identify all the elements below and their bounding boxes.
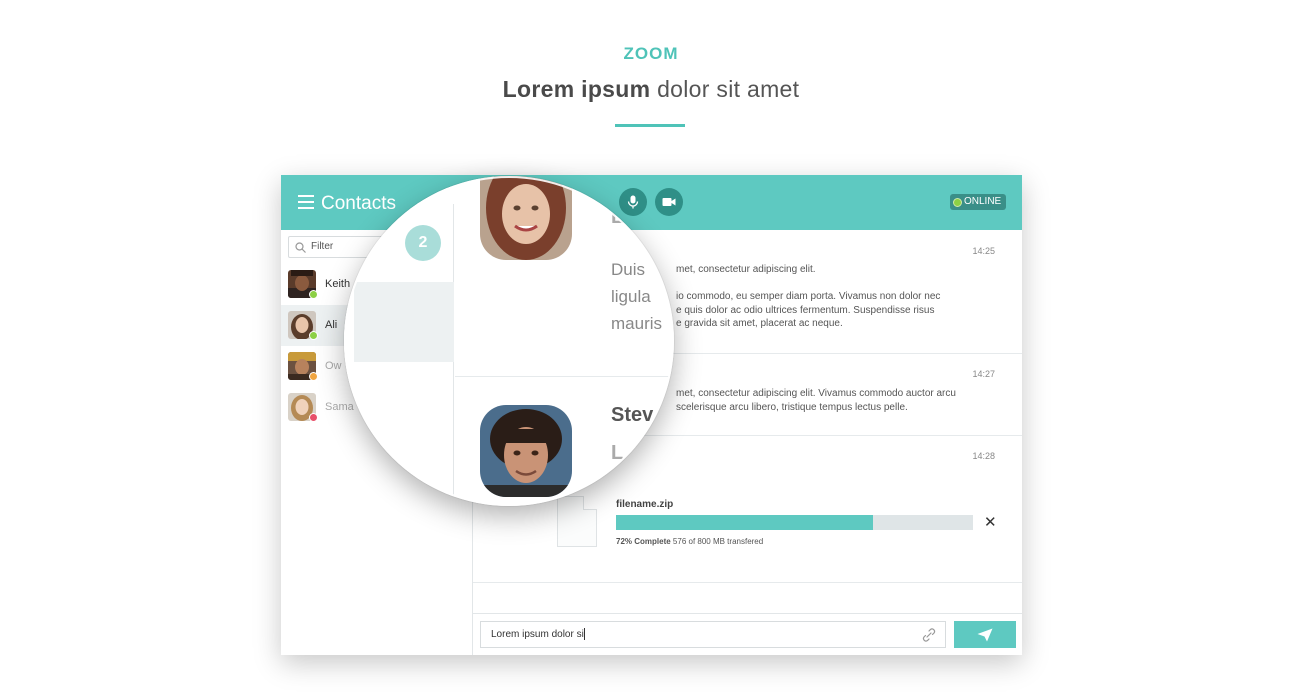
text-caret: [583, 628, 585, 641]
progress-fill: [616, 515, 874, 530]
file-icon: [557, 496, 597, 547]
zoomed-line: Duis: [611, 260, 646, 279]
zoomed-subheading-fragment: L: [611, 442, 624, 464]
message-time: 14:28: [972, 451, 995, 461]
headline-bold: Lorem ipsum: [502, 76, 651, 102]
message-time: 14:27: [972, 369, 995, 379]
zoomed-text: Duis ligula mauris: [611, 256, 662, 337]
menu-icon[interactable]: [298, 195, 314, 210]
transfer-status: 72% Complete 576 of 800 MB transfered: [616, 537, 763, 546]
message-line: e gravida sit amet, placerat ac neque.: [676, 318, 843, 329]
zoomed-line: ligula: [611, 287, 651, 306]
section-eyebrow: ZOOM: [623, 44, 679, 63]
zoomed-active-row: [354, 282, 454, 362]
section-headline: Lorem ipsum dolor sit amet: [0, 76, 1302, 103]
presence-dot: [309, 290, 318, 299]
zoomed-heading-fragment: L: [611, 206, 624, 228]
send-icon: [977, 628, 993, 642]
message-input[interactable]: Lorem ipsum dolor si: [480, 621, 946, 648]
message-input-value: Lorem ipsum dolor si: [491, 629, 584, 640]
message-line: met, consectetur adipiscing elit. Vivamu…: [676, 388, 956, 399]
message-line: e quis dolor ac odio ultrices fermentum.…: [676, 304, 935, 316]
message-line: scelerisque arcu libero, tristique tempu…: [676, 401, 908, 413]
message-composer: Lorem ipsum dolor si: [473, 613, 1022, 655]
transfer-progress-bar: [616, 515, 973, 530]
filter-placeholder: Filter: [311, 241, 334, 252]
video-call-button[interactable]: [655, 188, 683, 216]
complete-label: 72% Complete: [616, 537, 671, 546]
status-dot-icon: [953, 197, 962, 207]
zoomed-line: mauris: [611, 314, 663, 333]
video-camera-icon: [662, 198, 676, 206]
message-line: [676, 277, 940, 291]
message-body: met, consectetur adipiscing elit. io com…: [676, 263, 940, 331]
message-time: 14:25: [972, 246, 995, 256]
status-label: ONLINE: [964, 196, 1002, 207]
headline-rest: dolor sit amet: [657, 76, 800, 102]
send-button[interactable]: [954, 621, 1016, 648]
zoomed-contact-name: Stev: [611, 404, 654, 426]
contact-name: Ow: [325, 360, 342, 372]
zoomed-divider: [455, 376, 674, 377]
zoomed-header-strip: [344, 176, 454, 204]
presence-dot: [309, 413, 318, 422]
title-underline: [615, 124, 685, 127]
message-body: met, consectetur adipiscing elit. Vivamu…: [676, 387, 956, 414]
message-line: io commodo, eu semper diam porta. Vivamu…: [676, 291, 941, 302]
close-icon[interactable]: ✕: [984, 515, 997, 530]
search-icon: [295, 242, 306, 253]
online-status-badge[interactable]: ONLINE: [950, 194, 1007, 210]
message-line: met, consectetur adipiscing elit.: [676, 264, 816, 275]
presence-dot: [309, 372, 318, 381]
zoomed-avatar-top: [480, 176, 572, 260]
file-name: filename.zip: [616, 499, 674, 510]
presence-dot: [309, 331, 318, 340]
magnifier-lens: 2 L Duis ligula mauris Stev L: [344, 176, 674, 506]
paperclip-icon[interactable]: [922, 628, 936, 642]
zoomed-avatar-bottom: [480, 405, 572, 497]
contact-name: Ali: [325, 319, 338, 331]
unread-count-badge: 2: [405, 225, 441, 261]
transfer-detail: 576 of 800 MB transfered: [672, 537, 764, 546]
microphone-icon: [627, 195, 639, 209]
